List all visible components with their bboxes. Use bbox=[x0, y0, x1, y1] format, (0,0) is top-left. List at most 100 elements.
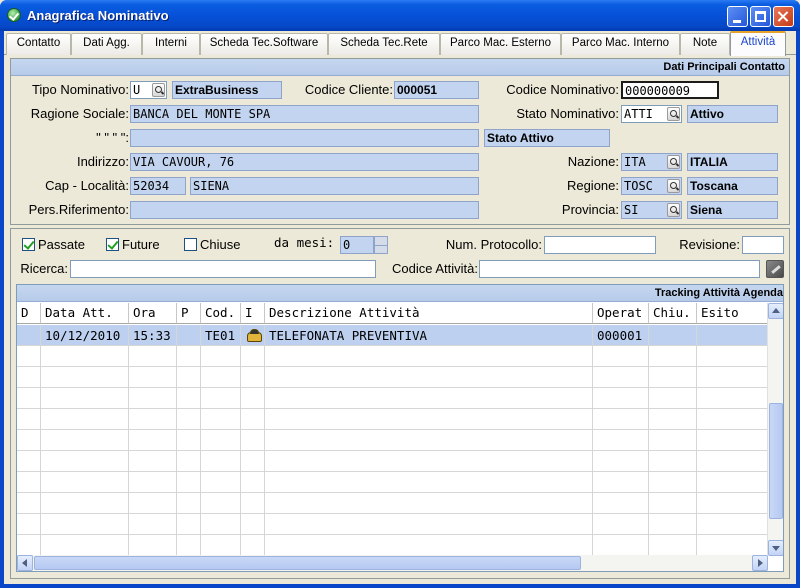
ricerca-field[interactable] bbox=[70, 260, 376, 278]
nazione-code-field[interactable]: ITA bbox=[621, 153, 682, 171]
empty-cell bbox=[201, 430, 241, 451]
close-icon bbox=[774, 7, 793, 26]
minimize-button[interactable] bbox=[727, 6, 748, 27]
tab-attivita[interactable]: Attività bbox=[730, 31, 786, 56]
nazione-lookup-icon[interactable] bbox=[667, 155, 680, 169]
stato-nominativo-code-field[interactable]: ATTI bbox=[621, 105, 682, 123]
tools-icon[interactable] bbox=[766, 260, 784, 278]
tipo-nominativo-code-field[interactable]: U bbox=[130, 81, 167, 99]
empty-table-row[interactable] bbox=[17, 346, 768, 367]
indirizzo-field[interactable]: VIA CAVOUR, 76 bbox=[130, 153, 479, 171]
empty-cell bbox=[177, 346, 201, 367]
da-mesi-field[interactable]: 0 bbox=[340, 236, 374, 254]
provincia-code-field[interactable]: SI bbox=[621, 201, 682, 219]
future-checkbox[interactable] bbox=[106, 238, 119, 251]
cell-d bbox=[17, 325, 41, 346]
maximize-button[interactable] bbox=[750, 6, 771, 27]
close-button[interactable] bbox=[773, 6, 794, 27]
tab-interni[interactable]: Interni bbox=[142, 33, 200, 55]
empty-cell bbox=[177, 451, 201, 472]
vertical-scrollbar[interactable] bbox=[767, 303, 783, 556]
provincia-lookup-icon[interactable] bbox=[667, 203, 680, 217]
tab-parco-mac-esterno[interactable]: Parco Mac. Esterno bbox=[440, 33, 561, 55]
col-header-descrizione[interactable]: Descrizione Attività bbox=[265, 303, 593, 324]
horizontal-scroll-thumb[interactable] bbox=[34, 556, 581, 570]
empty-cell bbox=[201, 472, 241, 493]
empty-cell bbox=[129, 514, 177, 535]
num-protocollo-field[interactable] bbox=[544, 236, 656, 254]
empty-cell bbox=[593, 409, 649, 430]
codice-cliente-label: Codice Cliente: bbox=[304, 82, 393, 97]
stato-nominativo-code: ATTI bbox=[624, 107, 653, 121]
empty-cell bbox=[241, 472, 265, 493]
tab-parco-mac-interno[interactable]: Parco Mac. Interno bbox=[561, 33, 680, 55]
chiuse-checkbox[interactable] bbox=[184, 238, 197, 251]
scroll-left-button[interactable] bbox=[17, 555, 33, 571]
tab-note[interactable]: Note bbox=[680, 33, 730, 55]
empty-cell bbox=[265, 430, 593, 451]
tipo-nominativo-lookup-icon[interactable] bbox=[152, 83, 165, 97]
empty-cell bbox=[17, 430, 41, 451]
empty-cell bbox=[649, 367, 697, 388]
col-header-i[interactable]: I bbox=[241, 303, 265, 324]
col-header-operat[interactable]: Operat bbox=[593, 303, 649, 324]
empty-cell bbox=[41, 535, 129, 556]
scroll-right-button[interactable] bbox=[752, 555, 768, 571]
passate-checkbox[interactable] bbox=[22, 238, 35, 251]
pers-riferimento-field[interactable] bbox=[130, 201, 479, 219]
ditto-field[interactable] bbox=[130, 129, 479, 147]
codice-attivita-field[interactable] bbox=[479, 260, 760, 278]
stato-attivo-field: Stato Attivo bbox=[484, 129, 610, 147]
col-header-data-att[interactable]: Data Att. bbox=[41, 303, 129, 324]
ragione-sociale-field[interactable]: BANCA DEL MONTE SPA bbox=[130, 105, 479, 123]
col-header-cod[interactable]: Cod. bbox=[201, 303, 241, 324]
empty-table-row[interactable] bbox=[17, 451, 768, 472]
contact-panel: Dati Principali Contatto Tipo Nominativo… bbox=[10, 58, 790, 225]
table-row[interactable]: 10/12/2010 15:33 TE01 TELEFONATA PREVENT… bbox=[17, 325, 768, 346]
empty-table-row[interactable] bbox=[17, 535, 768, 556]
tab-scheda-tec-rete[interactable]: Scheda Tec.Rete bbox=[328, 33, 440, 55]
codice-cliente-field[interactable]: 000051 bbox=[394, 81, 479, 99]
empty-table-row[interactable] bbox=[17, 514, 768, 535]
col-header-chiu[interactable]: Chiu. bbox=[649, 303, 697, 324]
empty-cell bbox=[265, 388, 593, 409]
nazione-desc: ITALIA bbox=[687, 153, 778, 171]
empty-cell bbox=[41, 472, 129, 493]
vertical-scroll-thumb[interactable] bbox=[769, 403, 783, 519]
da-mesi-spinner[interactable] bbox=[374, 236, 388, 254]
col-header-esito[interactable]: Esito bbox=[697, 303, 768, 324]
empty-table-row[interactable] bbox=[17, 430, 768, 451]
regione-lookup-icon[interactable] bbox=[667, 179, 680, 193]
empty-cell bbox=[201, 367, 241, 388]
tipo-nominativo-code: U bbox=[133, 83, 141, 97]
tab-contatto[interactable]: Contatto bbox=[6, 33, 71, 55]
scroll-up-button[interactable] bbox=[768, 303, 783, 319]
empty-table-row[interactable] bbox=[17, 493, 768, 514]
empty-table-row[interactable] bbox=[17, 472, 768, 493]
empty-table-row[interactable] bbox=[17, 409, 768, 430]
horizontal-scrollbar[interactable] bbox=[17, 555, 768, 571]
tab-scheda-tec-software[interactable]: Scheda Tec.Software bbox=[200, 33, 328, 55]
regione-code-field[interactable]: TOSC bbox=[621, 177, 682, 195]
empty-cell bbox=[41, 493, 129, 514]
empty-cell bbox=[649, 430, 697, 451]
localita-field[interactable]: SIENA bbox=[190, 177, 479, 195]
col-header-d[interactable]: D bbox=[17, 303, 41, 324]
empty-cell bbox=[697, 535, 768, 556]
col-header-ora[interactable]: Ora bbox=[129, 303, 177, 324]
cap-field[interactable]: 52034 bbox=[130, 177, 186, 195]
stato-nominativo-lookup-icon[interactable] bbox=[667, 107, 680, 121]
codice-nominativo-field[interactable]: 000000009 bbox=[621, 81, 719, 99]
tab-dati-agg[interactable]: Dati Agg. bbox=[71, 33, 142, 55]
title-bar[interactable]: Anagrafica Nominativo bbox=[0, 0, 800, 31]
empty-cell bbox=[17, 535, 41, 556]
col-header-p[interactable]: P bbox=[177, 303, 201, 324]
empty-cell bbox=[241, 430, 265, 451]
revisione-field[interactable] bbox=[742, 236, 784, 254]
scroll-down-button[interactable] bbox=[768, 540, 783, 556]
empty-table-row[interactable] bbox=[17, 367, 768, 388]
empty-cell bbox=[593, 430, 649, 451]
empty-cell bbox=[201, 493, 241, 514]
empty-table-row[interactable] bbox=[17, 388, 768, 409]
empty-cell bbox=[649, 535, 697, 556]
